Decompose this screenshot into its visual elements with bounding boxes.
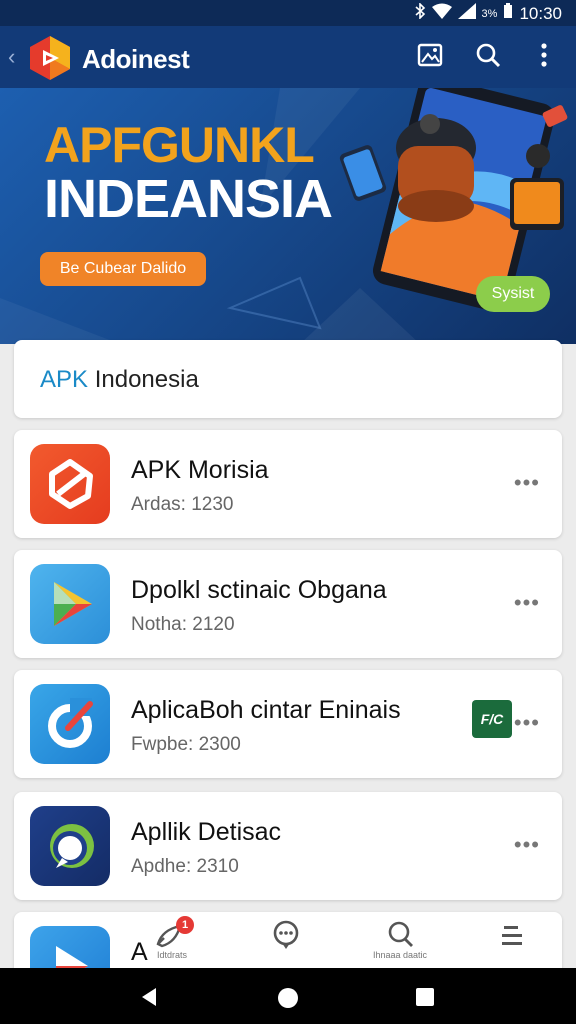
more-vertical-icon[interactable] [530,41,558,69]
bluetooth-icon [414,2,426,24]
notification-badge: 1 [176,916,194,934]
app-meta: Apdhe: 2310 [131,856,239,877]
section-title: APK Indonesia [40,366,199,394]
wifi-icon [431,3,452,24]
chevron-left-icon[interactable]: ‹ [8,44,15,70]
nav-item-search[interactable]: Ihnaaa daatic [360,912,440,968]
section-title-rest: Indonesia [88,366,199,393]
top-app-bar: ‹ Adoinest [0,26,576,88]
system-navigation-bar [0,968,576,1024]
app-title: Adoinest [82,44,190,74]
bottom-navigation: 1 Idtdrats Ihnaaa daatic [0,912,576,968]
image-icon[interactable] [416,41,444,69]
app-name: Dpolkl sctinaic Obgana [131,576,387,604]
chat-bubble-icon [272,920,300,955]
status-bar: 3% 10:30 [0,0,576,26]
app-list-item[interactable]: APK Morisia Ardas: 1230 ••• [14,430,562,538]
clock: 10:30 [519,3,562,23]
blue-download-app-icon [30,684,110,764]
banner-title-line2: INDEANSIA [44,169,333,229]
home-circle-icon[interactable] [276,986,300,1015]
app-list-item[interactable]: AplicaBoh cintar Eninais Fwpbe: 2300 F/C… [14,670,562,778]
recents-square-icon[interactable] [414,986,436,1013]
nav-item-chat[interactable] [246,912,326,968]
app-meta: Notha: 2120 [131,614,235,635]
play-store-app-icon [30,564,110,644]
banner-pill-button[interactable]: Sysist [476,276,550,312]
app-meta: Ardas: 1230 [131,494,234,515]
promo-banner[interactable]: APFGUNKL INDEANSIA Be Cubear Dalido Sysi… [0,88,576,344]
back-triangle-icon[interactable] [138,986,160,1013]
search-icon[interactable] [474,41,502,69]
app-meta: Fwpbe: 2300 [131,734,241,755]
app-list-item[interactable]: Dpolkl sctinaic Obgana Notha: 2120 ••• [14,550,562,658]
nav-item-menu[interactable] [472,912,552,968]
app-name: APK Morisia [131,456,269,484]
banner-cta-button[interactable]: Be Cubear Dalido [40,252,206,286]
signal-icon [457,3,476,24]
more-horizontal-icon[interactable]: ••• [514,470,540,496]
banner-title-line1: APFGUNKL [44,117,315,173]
app-list-item[interactable]: Apllik Detisac Apdhe: 2310 ••• [14,792,562,900]
section-header-card: APK Indonesia [14,340,562,418]
red-refresh-app-icon [30,444,110,524]
app-logo [26,34,74,82]
nav-label: Ihnaaa daatic [372,950,428,960]
app-name: Apllik Detisac [131,818,282,846]
battery-label: 3% [481,7,498,20]
battery-icon [503,3,513,24]
more-horizontal-icon[interactable]: ••• [514,832,540,858]
menu-icon [500,924,524,953]
search-icon [386,920,414,953]
nav-label: Idtdrats [156,950,187,960]
more-horizontal-icon[interactable]: ••• [514,590,540,616]
status-icons: 3% 10:30 [414,2,562,24]
app-badge: F/C [472,700,512,738]
nav-item-rocket[interactable]: 1 Idtdrats [132,912,212,968]
app-name: AplicaBoh cintar Eninais [131,696,401,724]
chat-app-icon [30,806,110,886]
more-horizontal-icon[interactable]: ••• [514,710,540,736]
section-title-accent: APK [40,366,89,393]
